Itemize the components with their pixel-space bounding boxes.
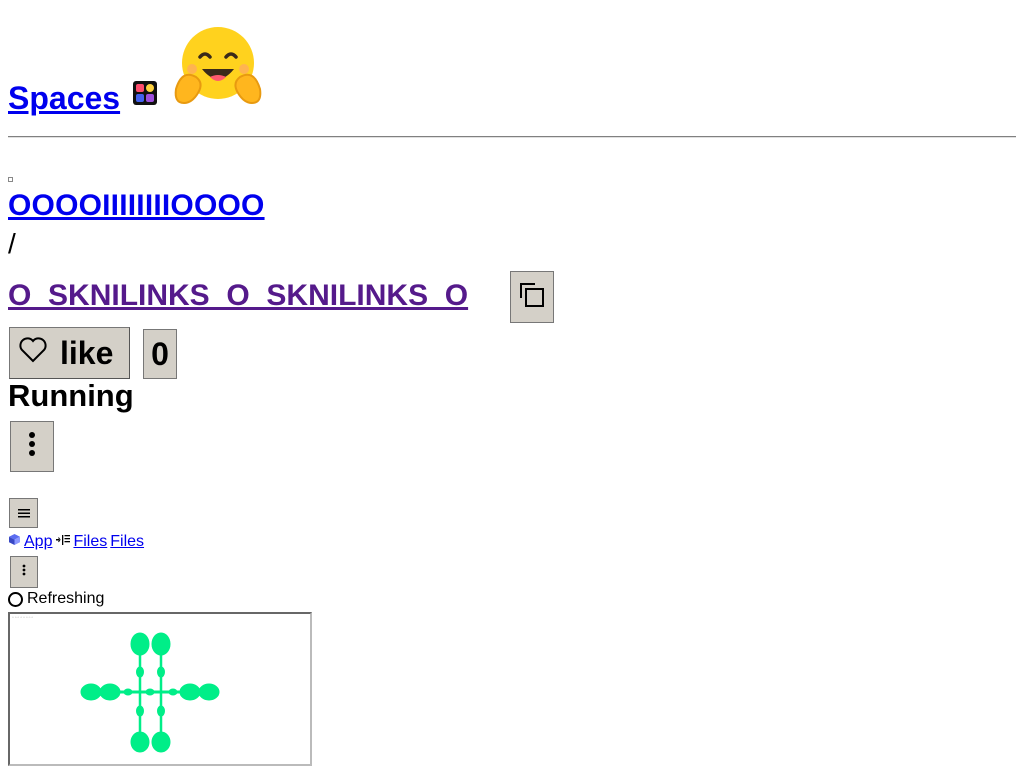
spinner-icon [8,591,23,607]
repo-owner-link[interactable]: OOOOIIIIIIIIOOOO [8,189,265,223]
tab-files-label-secondary: Files [110,533,145,550]
like-count-button[interactable]: 0 [143,329,177,379]
like-label: like [60,334,114,371]
refresh-label: Refreshing [27,590,105,607]
tab-more-options-button[interactable] [10,556,38,588]
divider [8,136,1016,138]
path-separator: / [8,228,16,259]
broken-image-icon [8,177,13,182]
spaces-link[interactable]: Spaces [8,80,120,117]
more-options-button[interactable] [10,421,54,472]
app-preview-frame[interactable]: ▫▫▫▫▫▫▫▫ [8,612,312,766]
like-button[interactable]: like [9,327,130,379]
tab-files[interactable]: Files Files [56,533,144,551]
files-list-icon [56,533,71,551]
copy-icon [518,281,546,314]
repo-name-link[interactable]: O_SKNILINKS_O_SKNILINKS_O [8,279,468,313]
status-badge: Running [8,378,134,413]
space-tabs: App Files Files [8,533,148,551]
vertical-dots-icon [22,563,26,581]
cube-icon [8,533,21,551]
copy-repo-name-button[interactable] [510,271,554,323]
header: Spaces [8,18,1016,118]
hugging-face-emoji-icon [172,23,264,111]
vertical-dots-icon [28,431,36,462]
tab-files-label: Files [73,533,108,550]
sknilinks-glyph-icon [80,632,220,753]
heart-outline-icon [18,335,48,372]
tab-app[interactable]: App [8,533,52,551]
refresh-status: Refreshing [8,590,104,608]
tab-app-label: App [24,533,53,550]
hamburger-menu-button[interactable] [9,498,38,528]
hamburger-icon [17,505,30,521]
spaces-grid-icon [132,80,158,106]
